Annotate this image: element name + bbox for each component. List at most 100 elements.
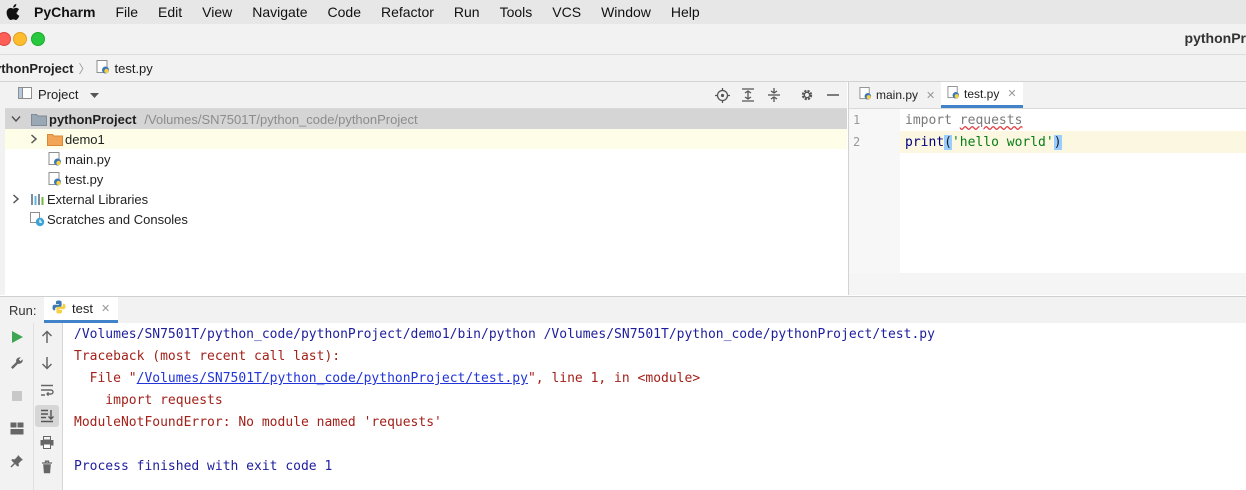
run-toolbar-secondary bbox=[34, 323, 63, 490]
tree-item-label: External Libraries bbox=[47, 191, 149, 207]
breadcrumb-project[interactable]: ythonProject bbox=[0, 61, 73, 76]
python-file-icon bbox=[947, 85, 960, 102]
close-tab-icon[interactable]: ✕ bbox=[1007, 87, 1016, 100]
menu-file[interactable]: File bbox=[105, 0, 148, 24]
python-file-icon bbox=[47, 151, 63, 167]
collapse-all-icon[interactable] bbox=[766, 87, 782, 103]
gear-icon[interactable] bbox=[799, 87, 815, 103]
code-line-2: print('hello world') bbox=[905, 135, 1062, 150]
down-arrow-icon[interactable] bbox=[38, 354, 56, 372]
paren-match: ) bbox=[1053, 135, 1062, 150]
tree-item-label: test.py bbox=[65, 171, 104, 187]
menu-help[interactable]: Help bbox=[661, 0, 710, 24]
menu-refactor[interactable]: Refactor bbox=[371, 0, 444, 24]
project-panel-header: Project bbox=[5, 82, 847, 109]
menu-view[interactable]: View bbox=[192, 0, 242, 24]
traceback-prefix: File " bbox=[74, 371, 137, 386]
folder-icon bbox=[47, 131, 63, 147]
chevron-right-icon[interactable] bbox=[27, 134, 41, 144]
code-editor[interactable]: import requests print('hello world') bbox=[900, 109, 1246, 273]
up-arrow-icon[interactable] bbox=[38, 328, 56, 346]
close-window-button[interactable] bbox=[0, 32, 11, 46]
chevron-down-icon[interactable] bbox=[9, 115, 23, 123]
tree-item-scratches[interactable]: Scratches and Consoles bbox=[5, 209, 847, 229]
breadcrumb-file-label: test.py bbox=[114, 60, 153, 76]
locate-icon[interactable] bbox=[714, 87, 730, 103]
tree-item-path: /Volumes/SN7501T/python_code/pythonProje… bbox=[144, 111, 418, 127]
chevron-down-icon bbox=[90, 87, 100, 102]
print-icon[interactable] bbox=[38, 433, 56, 451]
pin-icon[interactable] bbox=[8, 452, 26, 470]
close-tab-icon[interactable]: ✕ bbox=[101, 302, 110, 315]
tree-item-label: demo1 bbox=[65, 131, 105, 147]
expand-all-icon[interactable] bbox=[740, 87, 756, 103]
console-error-message: ModuleNotFoundError: No module named 're… bbox=[74, 415, 442, 430]
menu-tools[interactable]: Tools bbox=[490, 0, 543, 24]
chevron-right-icon[interactable] bbox=[9, 194, 23, 204]
wrench-icon[interactable] bbox=[8, 354, 26, 372]
tree-item-label: Scratches and Consoles bbox=[47, 211, 188, 227]
folder-icon bbox=[31, 111, 47, 127]
hide-panel-icon[interactable] bbox=[825, 87, 841, 103]
menu-app[interactable]: PyCharm bbox=[24, 0, 105, 24]
tab-label: main.py bbox=[876, 88, 919, 102]
line-number: 2 bbox=[853, 135, 861, 149]
console-exit-message: Process finished with exit code 1 bbox=[74, 459, 333, 474]
console-traceback-header: Traceback (most recent call last): bbox=[74, 349, 341, 364]
editor-tab-bar: main.py ✕ test.py ✕ bbox=[848, 82, 1246, 109]
menu-code[interactable]: Code bbox=[318, 0, 371, 24]
tab-test-py[interactable]: test.py ✕ bbox=[941, 82, 1023, 108]
run-toolbar-primary bbox=[0, 323, 34, 490]
run-label: Run: bbox=[9, 303, 37, 318]
scroll-to-end-icon[interactable] bbox=[35, 405, 59, 427]
project-view-selector[interactable]: Project bbox=[18, 87, 100, 102]
string-literal: 'hello world' bbox=[951, 135, 1054, 150]
minimize-window-button[interactable] bbox=[13, 32, 27, 46]
window-title: pythonPr bbox=[1184, 30, 1246, 46]
line-number: 1 bbox=[853, 113, 861, 127]
tree-item-external-libraries[interactable]: External Libraries bbox=[5, 189, 847, 209]
rerun-icon[interactable] bbox=[8, 328, 26, 346]
library-icon bbox=[29, 191, 45, 207]
tree-item-label: pythonProject bbox=[49, 111, 137, 127]
menu-edit[interactable]: Edit bbox=[148, 0, 192, 24]
console-traceback-file: File "/Volumes/SN7501T/python_code/pytho… bbox=[74, 371, 701, 386]
tree-item-demo1[interactable]: demo1 bbox=[5, 129, 847, 149]
tree-item-main-py[interactable]: main.py bbox=[5, 149, 847, 169]
soft-wrap-icon[interactable] bbox=[38, 381, 56, 399]
tab-main-py[interactable]: main.py ✕ bbox=[859, 82, 935, 108]
code-line-1: import requests bbox=[905, 113, 1022, 128]
window-titlebar: pythonPr bbox=[0, 24, 1246, 55]
scratches-icon bbox=[29, 211, 45, 227]
tree-item-test-py[interactable]: test.py bbox=[5, 169, 847, 189]
menu-run[interactable]: Run bbox=[444, 0, 490, 24]
close-tab-icon[interactable]: ✕ bbox=[926, 89, 935, 102]
python-file-icon bbox=[96, 59, 110, 77]
apple-logo-icon[interactable] bbox=[2, 4, 24, 20]
python-file-icon bbox=[47, 171, 63, 187]
menu-vcs[interactable]: VCS bbox=[542, 0, 591, 24]
trash-icon[interactable] bbox=[38, 458, 56, 476]
run-panel-header: Run: test ✕ bbox=[0, 296, 1246, 324]
run-tab-test[interactable]: test ✕ bbox=[44, 297, 119, 323]
console-traceback-code: import requests bbox=[74, 393, 223, 408]
zoom-window-button[interactable] bbox=[31, 32, 45, 46]
tree-item-pythonproject[interactable]: pythonProject /Volumes/SN7501T/python_co… bbox=[5, 109, 847, 129]
unresolved-module: requests bbox=[959, 113, 1023, 128]
python-file-icon bbox=[859, 87, 872, 103]
layout-icon[interactable] bbox=[8, 419, 26, 437]
console-command-line: /Volumes/SN7501T/python_code/pythonProje… bbox=[74, 327, 935, 342]
breadcrumb: ythonProject 〉 test.py bbox=[0, 55, 1246, 82]
stop-icon[interactable] bbox=[8, 387, 26, 405]
project-icon bbox=[18, 87, 32, 102]
menu-window[interactable]: Window bbox=[591, 0, 661, 24]
menu-navigate[interactable]: Navigate bbox=[242, 0, 317, 24]
builtin-print: print bbox=[905, 135, 945, 150]
tree-item-label: main.py bbox=[65, 151, 111, 167]
project-panel-title: Project bbox=[38, 87, 79, 102]
run-console[interactable]: /Volumes/SN7501T/python_code/pythonProje… bbox=[63, 323, 1246, 490]
breadcrumb-file[interactable]: test.py bbox=[96, 59, 153, 77]
traceback-file-link[interactable]: /Volumes/SN7501T/python_code/pythonProje… bbox=[137, 371, 528, 386]
project-tree: pythonProject /Volumes/SN7501T/python_co… bbox=[5, 109, 847, 295]
tab-label: test.py bbox=[964, 86, 1000, 101]
